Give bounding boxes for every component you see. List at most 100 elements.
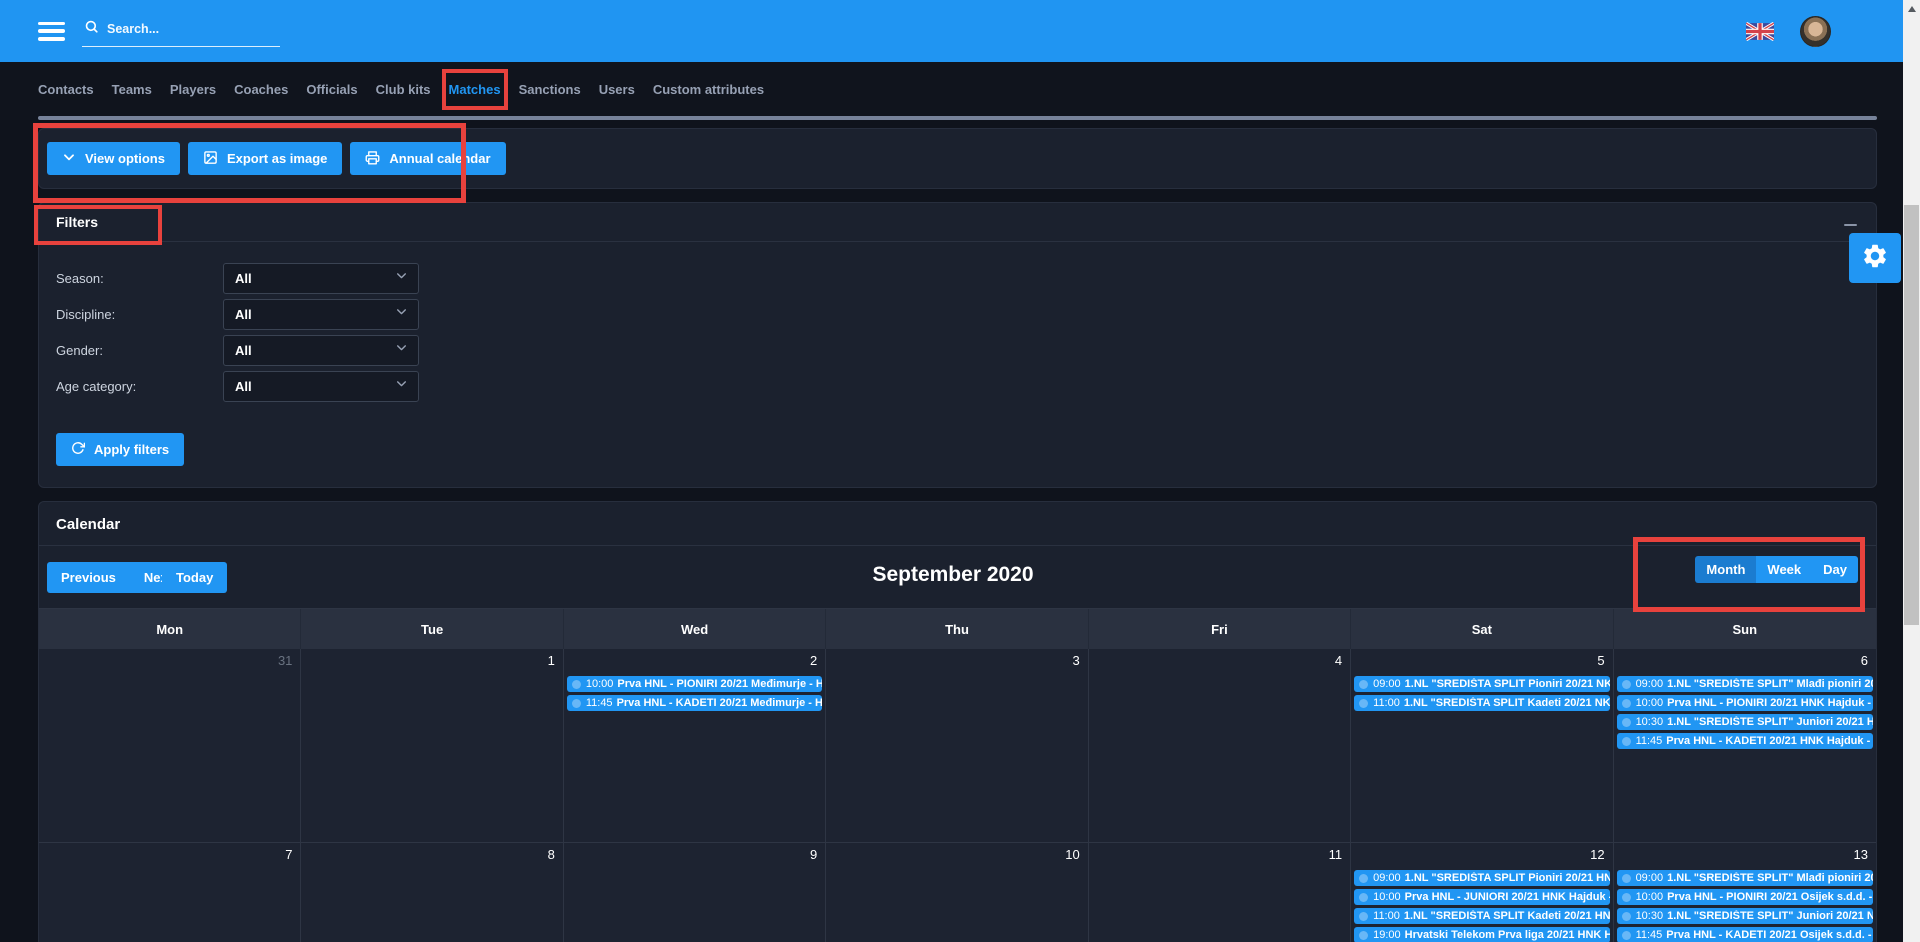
calendar-event[interactable]: 11:45 Prva HNL - KADETI 20/21 Osijek s.d…: [1617, 927, 1873, 942]
day-number: 9: [564, 843, 825, 868]
tab-matches[interactable]: Matches: [449, 80, 501, 99]
calendar-day-cell[interactable]: 9: [564, 843, 826, 942]
day-number: 1: [301, 649, 562, 674]
calendar-event[interactable]: 19:00 Hrvatski Telekom Prva liga 20/21 H…: [1354, 927, 1609, 942]
view-button-day[interactable]: Day: [1812, 556, 1858, 583]
calendar-event[interactable]: 10:00 Prva HNL - PIONIRI 20/21 Međimurje…: [567, 676, 822, 692]
event-time: 10:00: [1636, 697, 1664, 709]
filter-label: Discipline:: [56, 307, 223, 322]
filter-select-value: All: [235, 307, 252, 322]
filter-label: Age category:: [56, 379, 223, 394]
scrollbar-up-arrow[interactable]: [1903, 0, 1920, 17]
calendar-event[interactable]: 11:45 Prva HNL - KADETI 20/21 Međimurje …: [567, 695, 822, 711]
view-button-week[interactable]: Week: [1756, 556, 1812, 583]
event-dot-icon: [1359, 874, 1368, 883]
calendar-day-cell[interactable]: 1: [301, 649, 563, 843]
calendar-day-cell[interactable]: 12 09:00 1.NL "SREDIŠTA SPLIT Pioniri 20…: [1351, 843, 1613, 942]
tab-coaches[interactable]: Coaches: [234, 80, 288, 99]
calendar-day-cell[interactable]: 31: [39, 649, 301, 843]
calendar-event[interactable]: 09:00 1.NL "SREDIŠTE SPLIT" Mlađi pionir…: [1617, 870, 1873, 886]
calendar-event[interactable]: 11:00 1.NL "SREDIŠTA SPLIT Kadeti 20/21 …: [1354, 695, 1609, 711]
event-time: 09:00: [1373, 872, 1401, 884]
calendar-event[interactable]: 10:30 1.NL "SREDIŠTE SPLIT" Juniori 20/2…: [1617, 908, 1873, 924]
weekday-header: Thu: [826, 609, 1088, 649]
calendar-day-cell[interactable]: 6 09:00 1.NL "SREDIŠTE SPLIT" Mlađi pion…: [1614, 649, 1876, 843]
scrollbar-thumb[interactable]: [1904, 205, 1919, 625]
tab-users[interactable]: Users: [599, 80, 635, 99]
search-input[interactable]: [107, 22, 257, 36]
event-dot-icon: [1622, 931, 1631, 940]
calendar-day-cell[interactable]: 5 09:00 1.NL "SREDIŠTA SPLIT Pioniri 20/…: [1351, 649, 1613, 843]
calendar-day-cell[interactable]: 2 10:00 Prva HNL - PIONIRI 20/21 Međimur…: [564, 649, 826, 843]
calendar-grid: MonTueWedThuFriSatSun 31 1 2 10:00 Prva …: [39, 608, 1876, 942]
day-number: 7: [39, 843, 300, 868]
tab-club-kits[interactable]: Club kits: [376, 80, 431, 99]
view-switcher-group: MonthWeekDay: [1695, 556, 1858, 583]
calendar-day-cell[interactable]: 4: [1089, 649, 1351, 843]
filter-select[interactable]: All: [223, 263, 419, 294]
event-dot-icon: [1622, 718, 1631, 727]
calendar-day-cell[interactable]: 7: [39, 843, 301, 942]
view-options-button[interactable]: View options: [47, 142, 180, 175]
calendar-event[interactable]: 10:30 1.NL "SREDIŠTE SPLIT" Juniori 20/2…: [1617, 714, 1873, 730]
day-number: 2: [564, 649, 825, 674]
tab-players[interactable]: Players: [170, 80, 216, 99]
image-icon: [203, 150, 218, 168]
event-time: 11:00: [1373, 697, 1400, 709]
toolbar-button-group: View options Export as image Annual cale…: [47, 142, 1868, 175]
tab-contacts[interactable]: Contacts: [38, 80, 94, 99]
day-number: 8: [301, 843, 562, 868]
filter-select[interactable]: All: [223, 371, 419, 402]
view-button-month[interactable]: Month: [1695, 556, 1756, 583]
calendar-event[interactable]: 09:00 1.NL "SREDIŠTA SPLIT Pioniri 20/21…: [1354, 870, 1609, 886]
event-time: 09:00: [1636, 872, 1664, 884]
calendar-event[interactable]: 09:00 1.NL "SREDIŠTA SPLIT Pioniri 20/21…: [1354, 676, 1609, 692]
event-title: 1.NL "SREDIŠTA SPLIT Pioniri 20/21 HNK H…: [1405, 872, 1610, 884]
event-title: 1.NL "SREDIŠTE SPLIT" Mlađi pioniri 20/2…: [1667, 872, 1873, 884]
collapse-minus-icon[interactable]: [1841, 213, 1859, 231]
weekday-header: Wed: [564, 609, 826, 649]
calendar-event[interactable]: 10:00 Prva HNL - JUNIORI 20/21 HNK Hajdu…: [1354, 889, 1609, 905]
calendar-event[interactable]: 11:45 Prva HNL - KADETI 20/21 HNK Hajduk…: [1617, 733, 1873, 749]
export-as-image-button[interactable]: Export as image: [188, 142, 342, 175]
filter-select[interactable]: All: [223, 335, 419, 366]
calendar-day-cell[interactable]: 13 09:00 1.NL "SREDIŠTE SPLIT" Mlađi pio…: [1614, 843, 1876, 942]
weekday-header: Fri: [1089, 609, 1351, 649]
scrollbar[interactable]: [1903, 0, 1920, 942]
event-time: 09:00: [1373, 678, 1401, 690]
calendar-day-cell[interactable]: 11: [1089, 843, 1351, 942]
event-dot-icon: [572, 699, 581, 708]
calendar-title: Calendar: [56, 516, 1859, 533]
event-time: 11:00: [1373, 910, 1400, 922]
tab-sanctions[interactable]: Sanctions: [519, 80, 581, 99]
calendar-day-cell[interactable]: 3: [826, 649, 1088, 843]
event-title: Prva HNL - PIONIRI 20/21 Međimurje - HNK: [617, 678, 822, 690]
calendar-event[interactable]: 11:00 1.NL "SREDIŠTA SPLIT Kadeti 20/21 …: [1354, 908, 1609, 924]
event-time: 10:00: [1636, 891, 1664, 903]
day-number: 11: [1089, 843, 1350, 868]
event-dot-icon: [1622, 912, 1631, 921]
apply-filters-button[interactable]: Apply filters: [56, 433, 184, 466]
search-field[interactable]: [82, 15, 280, 47]
tab-custom-attributes[interactable]: Custom attributes: [653, 80, 764, 99]
calendar-day-cell[interactable]: 10: [826, 843, 1088, 942]
tab-teams[interactable]: Teams: [112, 80, 152, 99]
tab-bar: Contacts Teams Players Coaches Officials Club…: [0, 62, 1903, 120]
calendar-event[interactable]: 10:00 Prva HNL - PIONIRI 20/21 Osijek s.…: [1617, 889, 1873, 905]
user-avatar[interactable]: [1800, 16, 1831, 47]
settings-fab[interactable]: [1849, 233, 1901, 283]
event-dot-icon: [1359, 699, 1368, 708]
filter-label: Gender:: [56, 343, 223, 358]
hamburger-menu-icon[interactable]: [38, 22, 65, 41]
uk-flag-language-icon[interactable]: [1746, 22, 1774, 41]
calendar-day-cell[interactable]: 8: [301, 843, 563, 942]
day-number: 31: [39, 649, 300, 674]
filter-row: Season: All: [56, 262, 1859, 294]
filter-select[interactable]: All: [223, 299, 419, 330]
calendar-event[interactable]: 09:00 1.NL "SREDIŠTE SPLIT" Mlađi pionir…: [1617, 676, 1873, 692]
tab-officials[interactable]: Officials: [306, 80, 357, 99]
annual-calendar-button[interactable]: Annual calendar: [350, 142, 505, 175]
calendar-panel: Calendar Previous Next Today September 2…: [38, 501, 1877, 942]
calendar-event[interactable]: 10:00 Prva HNL - PIONIRI 20/21 HNK Hajdu…: [1617, 695, 1873, 711]
event-dot-icon: [1359, 912, 1368, 921]
